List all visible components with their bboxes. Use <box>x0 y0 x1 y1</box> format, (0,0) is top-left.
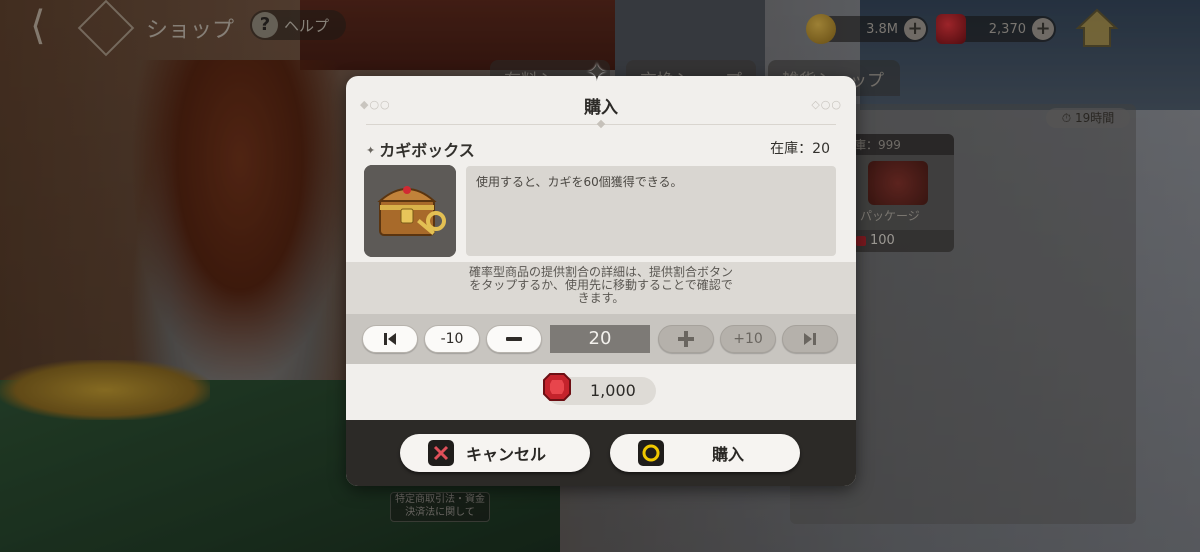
dialog-top-sparkle-icon: ✦ <box>586 58 608 88</box>
buy-label: 購入 <box>712 445 745 464</box>
cancel-button[interactable]: キャンセル <box>400 434 590 472</box>
header-divider <box>366 124 836 125</box>
purchase-dialog: ◆○○ 購入 ◇○○ ✦ カギボックス 在庫：20 使用すると、カギを60個獲得で… <box>346 76 856 486</box>
item-description: 使用すると、カギを60個獲得できる。 <box>466 166 836 256</box>
quantity-minus-10-button[interactable]: -10 <box>424 325 480 353</box>
buy-button[interactable]: 購入 <box>610 434 800 472</box>
minus-icon <box>506 337 522 341</box>
stock-label: 在庫：20 <box>770 141 830 157</box>
quantity-min-button[interactable] <box>362 325 418 353</box>
info-line: きます。 <box>577 291 625 305</box>
quantity-plus-10-button[interactable]: +10 <box>720 325 776 353</box>
key-box-icon <box>364 165 456 257</box>
cancel-label: キャンセル <box>466 445 547 464</box>
dialog-footer: キャンセル 購入 <box>346 420 856 486</box>
item-name: ✦ カギボックス <box>366 141 475 160</box>
skip-to-max-icon <box>804 333 816 345</box>
dialog-title: 購入 <box>584 98 618 118</box>
ornament-right-icon: ◇○○ <box>811 98 842 111</box>
probability-info: 確率型商品の提供割合の詳細は、提供割合ボタン をタップするか、使用先に移動するこ… <box>346 262 856 314</box>
quantity-decrement-button[interactable] <box>486 325 542 353</box>
quantity-value[interactable]: 20 <box>550 325 650 353</box>
skip-to-min-icon <box>384 333 396 345</box>
quantity-increment-button[interactable] <box>658 325 714 353</box>
circle-icon <box>638 440 664 466</box>
plus-icon <box>678 331 694 347</box>
cross-icon <box>428 440 454 466</box>
gem-icon <box>543 373 571 401</box>
quantity-max-button[interactable] <box>782 325 838 353</box>
price-row: 1,000 <box>346 364 856 420</box>
quantity-stepper: -10 20 +10 <box>346 314 856 364</box>
sparkle-bullet-icon: ✦ <box>366 144 376 157</box>
